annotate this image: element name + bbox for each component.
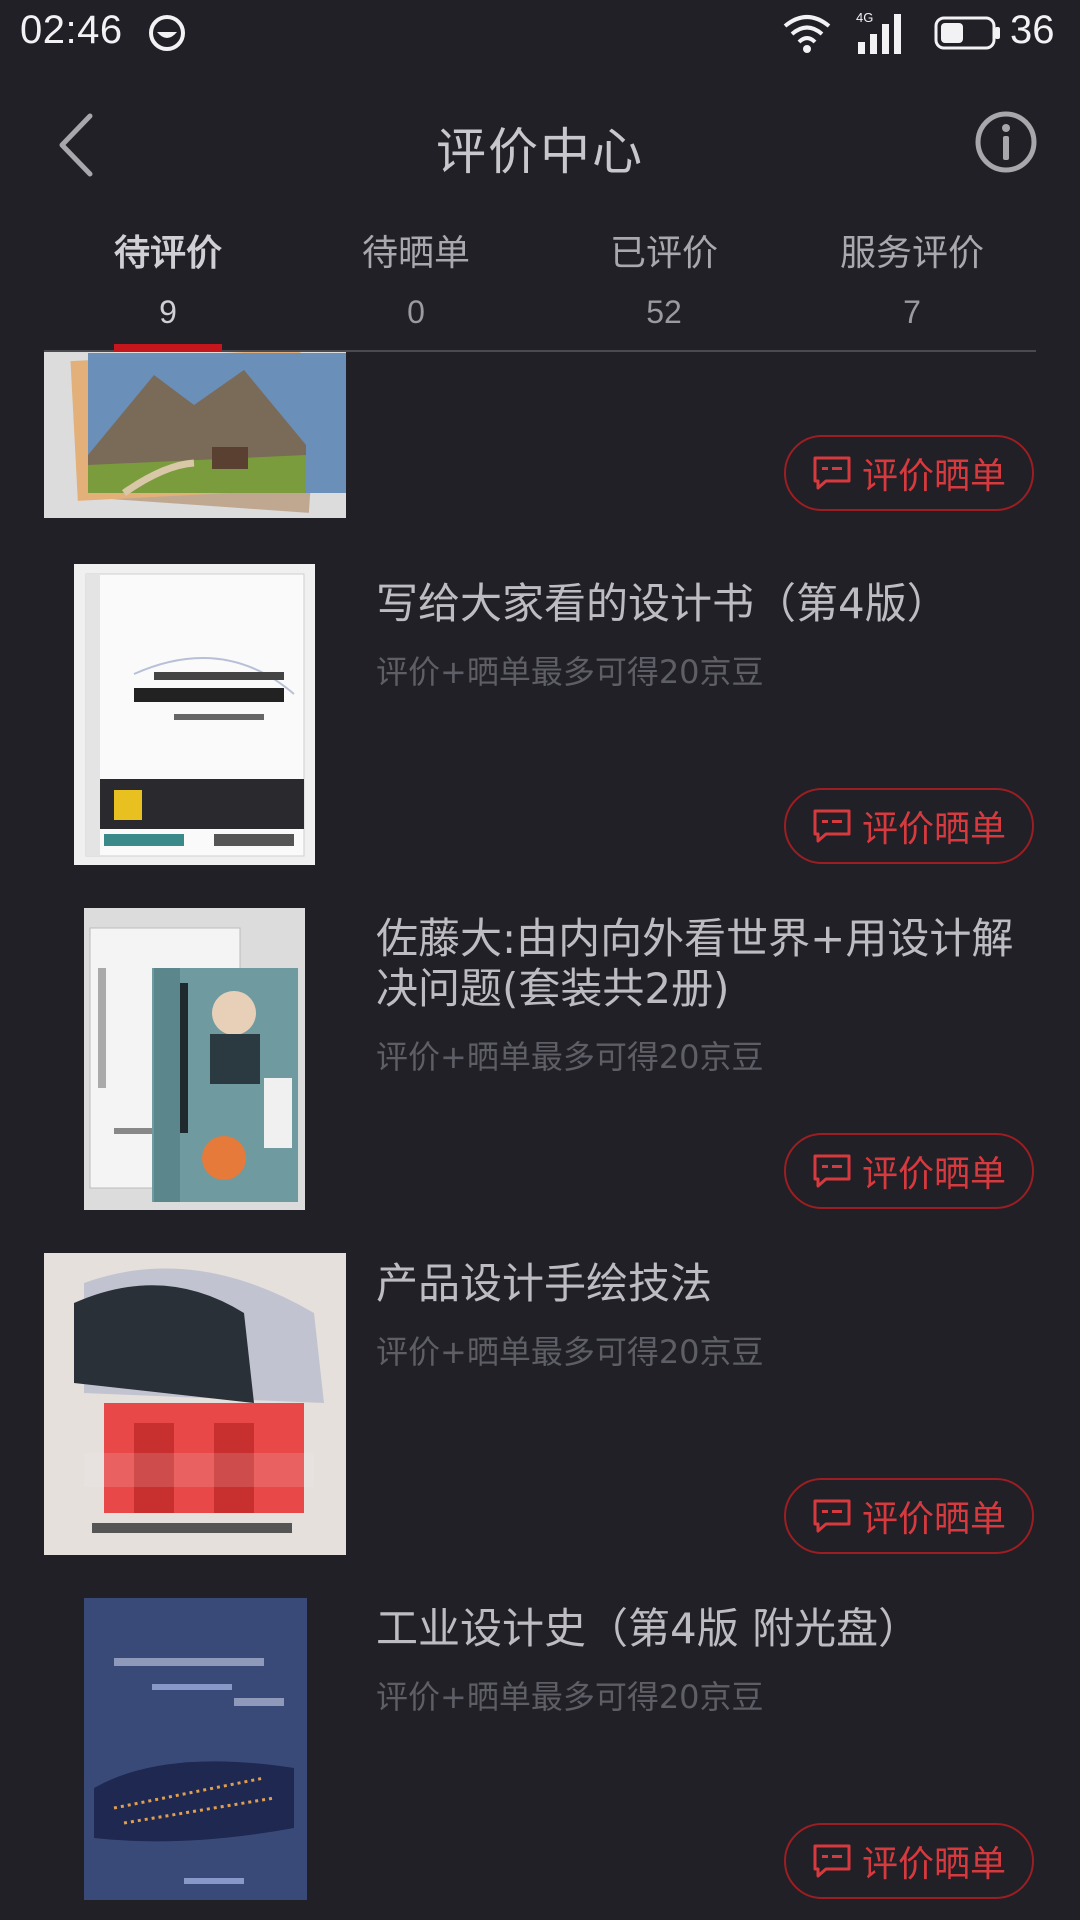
reward-hint: 评价+晒单最多可得20京豆	[376, 1333, 764, 1371]
tab-count: 7	[903, 294, 921, 330]
tab-reviewed[interactable]: 已评价 52	[540, 210, 788, 350]
review-share-button[interactable]: 评价晒单	[784, 1823, 1034, 1899]
review-share-button[interactable]: 评价晒单	[784, 788, 1034, 864]
wifi-icon	[783, 15, 831, 53]
button-label: 评价晒单	[861, 1844, 1006, 1885]
battery-icon	[934, 16, 1000, 50]
comment-icon	[813, 1844, 851, 1878]
status-time: 02:46	[20, 8, 123, 52]
tab-count: 52	[646, 294, 682, 330]
tab-label: 待评价	[113, 233, 222, 274]
reward-hint: 评价+晒单最多可得20京豆	[376, 1038, 764, 1076]
info-circle-icon[interactable]	[974, 110, 1038, 174]
button-label: 评价晒单	[861, 456, 1006, 497]
page-title: 评价中心	[436, 123, 644, 181]
button-label: 评价晒单	[861, 1154, 1006, 1195]
status-bar: 02:46 4G 36	[0, 0, 1080, 66]
product-image[interactable]	[84, 908, 305, 1210]
comment-icon	[813, 1154, 851, 1188]
tab-pending-review[interactable]: 待评价 9	[44, 210, 292, 352]
button-label: 评价晒单	[861, 1499, 1006, 1540]
product-title[interactable]: 写给大家看的设计书（第4版）	[376, 579, 1016, 629]
product-title[interactable]: 工业设计史（第4版 附光盘）	[376, 1604, 1016, 1654]
product-title[interactable]: 佐藤大:由内向外看世界+用设计解决问题(套装共2册)	[376, 914, 1016, 1014]
tab-pending-share[interactable]: 待晒单 0	[292, 210, 540, 350]
comment-icon	[813, 809, 851, 843]
list-item: 写给大家看的设计书（第4版） 评价+晒单最多可得20京豆 评价晒单	[0, 563, 1080, 908]
reward-hint: 评价+晒单最多可得20京豆	[376, 1678, 764, 1716]
review-share-button[interactable]: 评价晒单	[784, 435, 1034, 511]
button-label: 评价晒单	[861, 809, 1006, 850]
network-type-label: 4G	[856, 10, 873, 25]
tab-label: 已评价	[609, 233, 718, 274]
app-notification-icon	[149, 15, 185, 51]
comment-icon	[813, 456, 851, 490]
product-image[interactable]	[44, 352, 346, 518]
list-item: 工业设计史（第4版 附光盘） 评价+晒单最多可得20京豆 评价晒单	[0, 1598, 1080, 1920]
reward-hint: 评价+晒单最多可得20京豆	[376, 653, 764, 691]
tab-count: 9	[159, 294, 177, 330]
list-item: 产品设计手绘技法 评价+晒单最多可得20京豆 评价晒单	[0, 1253, 1080, 1598]
battery-level: 36	[1010, 8, 1055, 52]
product-image[interactable]	[44, 1253, 346, 1555]
tab-count: 0	[407, 294, 425, 330]
review-tabs: 待评价 9 待晒单 0 已评价 52 服务评价 7	[44, 210, 1036, 352]
list-item: 佐藤大:由内向外看世界+用设计解决问题(套装共2册) 评价+晒单最多可得20京豆…	[0, 908, 1080, 1253]
product-image[interactable]	[84, 1598, 307, 1900]
review-share-button[interactable]: 评价晒单	[784, 1133, 1034, 1209]
tab-label: 服务评价	[839, 233, 984, 274]
tab-label: 待晒单	[361, 233, 470, 274]
active-tab-indicator	[114, 344, 222, 352]
pending-review-list: 评价晒单 写给大家看的设计书（第4版） 评价+晒单最多可得20京豆 评价晒单 佐…	[0, 352, 1080, 1920]
review-share-button[interactable]: 评价晒单	[784, 1478, 1034, 1554]
tab-service-review[interactable]: 服务评价 7	[788, 210, 1036, 350]
product-title[interactable]: 产品设计手绘技法	[376, 1259, 1016, 1309]
comment-icon	[813, 1499, 851, 1533]
cellular-signal-icon: 4G	[856, 10, 901, 54]
product-image[interactable]	[74, 564, 315, 865]
header: 评价中心	[0, 80, 1080, 200]
